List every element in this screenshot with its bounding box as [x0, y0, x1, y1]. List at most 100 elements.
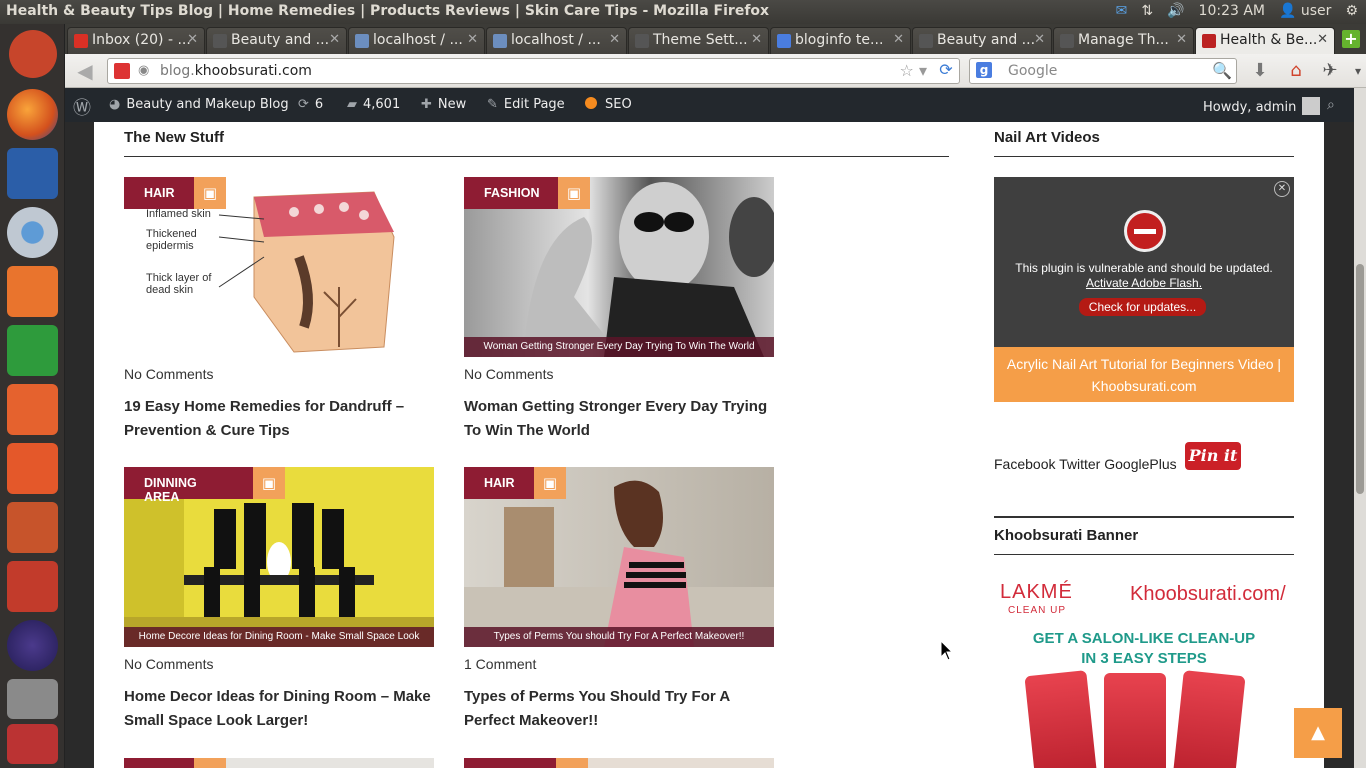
chromium-icon[interactable]	[7, 207, 58, 258]
seo-menu-link[interactable]: SEO	[585, 97, 632, 112]
plugin-warning-text: This plugin is vulnerable and should be …	[1015, 261, 1273, 275]
page-scrollbar[interactable]	[1354, 88, 1366, 768]
trash-icon[interactable]	[7, 724, 58, 764]
post-comments-count[interactable]: 1 Comment	[464, 656, 536, 672]
url-text[interactable]: blog.khoobsurati.com	[160, 63, 312, 79]
new-tab-button[interactable]: +	[1342, 30, 1360, 48]
volume-icon[interactable]: 🔊	[1167, 3, 1184, 19]
software-center-icon[interactable]	[7, 384, 58, 435]
post-thumbnail-partial[interactable]	[124, 758, 434, 768]
post-title-link[interactable]: 19 Easy Home Remedies for Dandruff – Pre…	[124, 395, 434, 443]
google-engine-icon[interactable]: g	[976, 62, 992, 78]
close-tab-icon[interactable]: ✕	[329, 32, 340, 47]
browser-tab[interactable]: Beauty and ... ✕	[206, 27, 347, 54]
ad-subbrand: CLEAN UP	[1008, 605, 1067, 616]
downloads-icon[interactable]: ⬇	[1247, 58, 1273, 84]
mail-icon[interactable]: ✉	[1116, 3, 1128, 19]
back-to-top-button[interactable]: ▲	[1294, 708, 1342, 758]
scrollbar-thumb[interactable]	[1356, 264, 1364, 494]
updates-link[interactable]: ⟳ 6	[298, 97, 323, 112]
url-bar[interactable]: ◉ blog.khoobsurati.com ☆ ▾ ⟳	[107, 58, 960, 84]
tab-label: Theme Sett...	[653, 32, 748, 48]
category-badge[interactable]: HAIR	[124, 177, 194, 209]
lakme-ad-banner[interactable]: LAKMÉ CLEAN UP Khoobsurati.com/ GET A SA…	[994, 577, 1308, 768]
edit-label: Edit Page	[503, 97, 565, 112]
firefox-icon[interactable]	[7, 89, 58, 140]
category-badge[interactable]: DINNING AREA	[124, 467, 253, 504]
pinit-button[interactable]: Pin it	[1185, 442, 1241, 470]
ubuntu-logo-icon[interactable]	[9, 30, 57, 78]
user-menu[interactable]: 👤 user	[1279, 3, 1331, 19]
close-tab-icon[interactable]: ✕	[609, 32, 620, 47]
post-title-link[interactable]: Home Decor Ideas for Dining Room – Make …	[124, 685, 434, 733]
comments-link[interactable]: ▰ 4,601	[347, 97, 400, 112]
flash-video-embed[interactable]: ✕ This plugin is vulnerable and should b…	[994, 177, 1294, 402]
calc-icon[interactable]	[7, 325, 58, 376]
new-content-link[interactable]: ✚ New	[421, 97, 466, 112]
check-updates-button[interactable]: Check for updates...	[1079, 298, 1206, 316]
post-thumbnail[interactable]: Inflamed skin Thickened epidermis Thick …	[124, 177, 434, 357]
close-tab-icon[interactable]: ✕	[187, 32, 198, 47]
impress-icon[interactable]	[7, 502, 58, 553]
close-tab-icon[interactable]: ✕	[1317, 32, 1328, 47]
home-icon[interactable]: ⌂	[1283, 58, 1309, 84]
activate-flash-link[interactable]: Activate Adobe Flash.	[994, 276, 1294, 290]
my-account-link[interactable]: Howdy, admin	[1203, 97, 1321, 115]
category-badge[interactable]: FASHION	[464, 177, 558, 209]
system-top-bar: Health & Beauty Tips Blog | Home Remedie…	[0, 0, 1366, 24]
product-tube-image	[1024, 670, 1098, 768]
edit-page-link[interactable]: ✎ Edit Page	[487, 97, 565, 112]
search-icon[interactable]: ⌕	[1327, 97, 1335, 113]
workspace-switcher-icon[interactable]	[7, 679, 58, 719]
browser-tab[interactable]: Manage Th... ✕	[1053, 27, 1194, 54]
video-caption-link[interactable]: Acrylic Nail Art Tutorial for Beginners …	[994, 347, 1294, 402]
post-comments-count[interactable]: No Comments	[124, 656, 213, 672]
post-thumbnail[interactable]: DINNING AREA ▣ Home Decore Ideas for Din…	[124, 467, 434, 647]
browser-tab[interactable]: Inbox (20) - ... ✕	[67, 27, 205, 54]
bookmark-star-icon[interactable]: ☆ ▾	[900, 61, 927, 80]
site-name-link[interactable]: ◕ Beauty and Makeup Blog	[109, 97, 289, 112]
browser-tab[interactable]: localhost / ... ✕	[348, 27, 485, 54]
mouse-cursor-icon	[940, 640, 954, 661]
wordpress-logo-icon[interactable]: Ⓦ	[73, 94, 91, 120]
post-title-link[interactable]: Types of Perms You Should Try For A Perf…	[464, 685, 774, 733]
category-badge[interactable]: HAIR	[464, 467, 534, 499]
close-tab-icon[interactable]: ✕	[467, 32, 478, 47]
post-title-link[interactable]: Woman Getting Stronger Every Day Trying …	[464, 395, 774, 443]
post-thumbnail-partial[interactable]	[464, 758, 774, 768]
browser-tab[interactable]: bloginfo te... ✕	[770, 27, 911, 54]
menu-chevron-icon[interactable]: ▾	[1345, 58, 1366, 84]
search-box[interactable]: g Google 🔍	[969, 58, 1237, 84]
tab-label: Beauty and ...	[231, 32, 330, 48]
ubuntu-one-icon[interactable]	[7, 443, 58, 494]
browser-tab[interactable]: localhost / ... ✕	[486, 27, 627, 54]
post-comments-count[interactable]: No Comments	[464, 366, 553, 382]
clock[interactable]: 10:23 AM	[1199, 3, 1265, 19]
settings-icon[interactable]	[7, 561, 58, 612]
reload-icon[interactable]: ⟳	[935, 60, 957, 82]
network-icon[interactable]: ⇅	[1141, 3, 1153, 19]
wp-admin-bar: Ⓦ ◕ Beauty and Makeup Blog ⟳ 6 ▰ 4,601 ✚ New…	[65, 88, 1366, 122]
close-icon[interactable]: ✕	[1274, 181, 1290, 197]
browser-tab[interactable]: Theme Sett... ✕	[628, 27, 769, 54]
close-tab-icon[interactable]: ✕	[1176, 32, 1187, 47]
writer-icon[interactable]	[7, 148, 58, 199]
post-thumbnail[interactable]: FASHION ▣ Woman Getting Stronger Every D…	[464, 177, 774, 357]
site-identity-icon[interactable]	[114, 63, 130, 79]
browser-tab-strip: Inbox (20) - ... ✕ Beauty and ... ✕ localh…	[65, 24, 1366, 54]
back-button[interactable]: ◀	[71, 57, 99, 85]
close-tab-icon[interactable]: ✕	[751, 32, 762, 47]
files-icon[interactable]	[7, 266, 58, 317]
eclipse-icon[interactable]	[7, 620, 58, 671]
close-tab-icon[interactable]: ✕	[1034, 32, 1045, 47]
browser-tab[interactable]: Beauty and ... ✕	[912, 27, 1052, 54]
search-icon[interactable]: 🔍	[1212, 61, 1232, 80]
post-comments-count[interactable]: No Comments	[124, 366, 213, 382]
post-thumbnail[interactable]: HAIR ▣ Types of Perms You should Try For…	[464, 467, 774, 647]
gear-icon[interactable]: ⚙	[1345, 3, 1358, 19]
addon-icon[interactable]: ✈	[1317, 58, 1343, 84]
browser-tab-active[interactable]: Health & Be... ✕	[1195, 27, 1335, 54]
social-links[interactable]: Facebook Twitter GooglePlus	[994, 456, 1177, 472]
new-label: New	[437, 97, 467, 112]
close-tab-icon[interactable]: ✕	[893, 32, 904, 47]
